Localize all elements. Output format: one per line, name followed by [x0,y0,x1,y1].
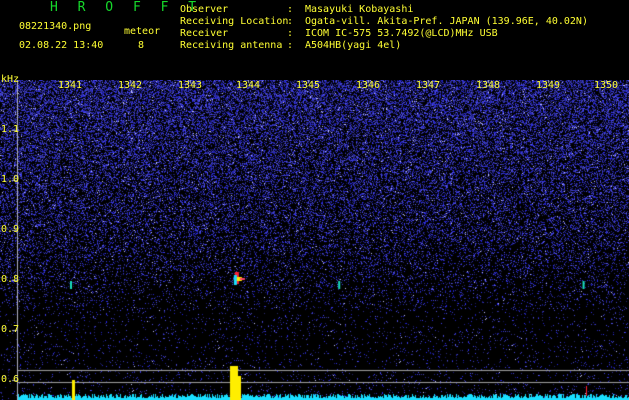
location-label: Receiving Location [180,16,289,27]
location-value: Ogata-vill. Akita-Pref. JAPAN (139.96E, … [305,16,588,27]
location-colon: : [287,16,294,27]
x-tick-label: 1349 [535,80,561,91]
y-tick-label: 0.9 [1,224,20,235]
x-tick-label: 1344 [235,80,261,91]
observer-colon: : [287,4,294,15]
observer-value: Masayuki Kobayashi [305,4,414,15]
x-tick-label: 1347 [415,80,441,91]
antenna-colon: : [287,40,294,51]
meteor-count: 8 [138,40,145,51]
x-tick-label: 1343 [177,80,203,91]
receiver-colon: : [287,28,294,39]
y-axis-unit: kHz [1,74,20,85]
x-tick-label: 1342 [117,80,143,91]
antenna-value: A504HB(yagi 4el) [305,40,402,51]
spectrogram-canvas [0,80,629,400]
receiver-label: Receiver [180,28,229,39]
x-tick-label: 1348 [475,80,501,91]
receiver-value: ICOM IC-575 53.7492(@LCD)MHz USB [305,28,498,39]
observer-label: Observer [180,4,229,15]
y-tick-label: 1.0 [1,174,20,185]
y-tick-label: 0.8 [1,274,20,285]
timestamp: 02.08.22 13:40 [19,40,104,51]
hrofft-window: H R O F F T 08221340.png 02.08.22 13:40 … [0,0,629,400]
meteor-label: meteor [124,26,161,37]
x-tick-label: 1350 [593,80,619,91]
y-tick-label: 0.7 [1,324,20,335]
antenna-label: Receiving antenna [180,40,283,51]
image-filename: 08221340.png [19,21,92,32]
x-tick-label: 1341 [57,80,83,91]
x-tick-label: 1345 [295,80,321,91]
x-tick-label: 1346 [355,80,381,91]
y-tick-label: 0.6 [1,374,20,385]
y-tick-label: 1.1 [1,124,20,135]
